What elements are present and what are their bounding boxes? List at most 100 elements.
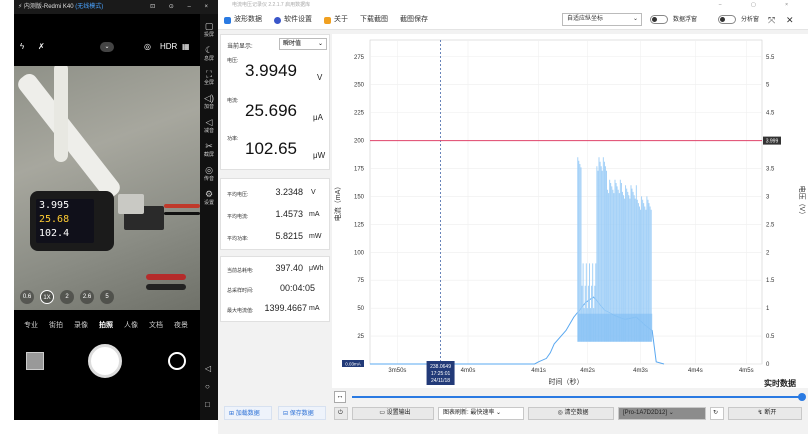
display-mode-select[interactable]: 瞬时值 ⌄ (279, 38, 327, 50)
side-item-volume-up[interactable]: ◁) 加音 (200, 90, 218, 114)
y-left-tick-label: 275 (354, 55, 365, 61)
timeline-slider-track[interactable] (352, 396, 802, 398)
chart-svg[interactable]: 025507510012515017520022525027500.511.52… (332, 34, 808, 388)
clear-data-button[interactable]: ◎ 清空数据 (528, 407, 614, 420)
power-icon[interactable]: ⏻ (334, 407, 348, 420)
timeline-slider-handle[interactable] (798, 393, 806, 401)
timer-icon[interactable]: ◎ (144, 42, 151, 51)
shutter-button[interactable] (88, 344, 122, 378)
gallery-thumbnail[interactable] (26, 352, 44, 370)
window-controls[interactable]: – ▢ × (719, 0, 802, 10)
menu-save-screenshot[interactable]: 截图保存 (400, 10, 428, 30)
recents-icon[interactable]: □ (205, 400, 210, 409)
mode-item[interactable]: 人像 (124, 320, 138, 330)
gear-icon (274, 16, 281, 24)
output-settings-button[interactable]: ▭ 设置输出 (352, 407, 434, 420)
chevron-down-icon[interactable]: ⌄ (100, 42, 114, 52)
data-float-toggle[interactable] (650, 15, 668, 24)
meter-power-text: 102.4 (39, 228, 70, 239)
app-title: 电流电压记录仪 2.2.1.7 启用数据库 (232, 2, 311, 8)
wireless-mode-label[interactable]: (无线模式) (75, 4, 103, 10)
current-marker-text: 0.03mA (345, 362, 361, 367)
mode-item[interactable]: 专业 (24, 320, 38, 330)
bolt-icon: ⚡ (18, 4, 23, 10)
zoom-option[interactable]: 2 (60, 290, 74, 304)
mode-item[interactable]: 文档 (149, 320, 163, 330)
y-right-tick-label: 5.5 (766, 55, 775, 61)
total-time-value: 00:04:05 (279, 283, 315, 293)
menu-waveform[interactable]: 波形数据 (224, 10, 262, 30)
probe-image (146, 274, 186, 280)
voltage-marker-text: 3.999 (766, 139, 779, 145)
home-icon[interactable]: ○ (205, 382, 210, 391)
zoom-option[interactable]: 0.6 (20, 290, 34, 304)
camera-modes: 专业 街拍 录像 拍照 人像 文档 夜景 (24, 320, 188, 330)
side-item-settings[interactable]: ⚙ 设置 (200, 186, 218, 210)
mode-item[interactable]: 街拍 (49, 320, 63, 330)
y-left-tick-label: 225 (354, 111, 365, 117)
ai-icon[interactable]: ✗ (38, 42, 45, 51)
grid-icon[interactable]: ▦ (182, 42, 190, 51)
x-tick-label: 4m1s (531, 368, 546, 374)
menu-about[interactable]: 关于 (324, 10, 348, 30)
mode-item-active[interactable]: 拍照 (99, 320, 113, 330)
chevron-down-icon: ⌄ (496, 410, 502, 416)
plot-area (369, 39, 763, 365)
settings-icon: ⚙ (204, 189, 214, 199)
output-icon: ▭ (379, 410, 387, 416)
avg-voltage-unit: V (311, 189, 316, 196)
analysis-toggle[interactable] (718, 15, 736, 24)
save-data-button[interactable]: ⊟ 保存数据 (278, 406, 326, 420)
current-dense-band (577, 313, 653, 342)
chart-refresh-select[interactable]: 图表刷新: 最快速率 ⌄ (438, 407, 524, 420)
reconnect-icon[interactable]: ↻ (710, 407, 724, 420)
chevron-down-icon: ⌄ (668, 410, 674, 416)
expand-icon[interactable]: ↔ (334, 391, 346, 403)
waveform-icon (224, 16, 231, 24)
cross-tool-icon[interactable]: ⤧ (768, 10, 775, 30)
side-item-volume-down[interactable]: ◁ 减音 (200, 114, 218, 138)
meter-device-image: 3.995 25.68 102.4 (30, 191, 114, 251)
load-icon: ⊞ (229, 411, 236, 417)
axis-mode-select[interactable]: 自适应纵坐标 ⌄ (562, 13, 642, 26)
side-item-audio[interactable]: ◎ 传音 (200, 162, 218, 186)
mode-item[interactable]: 录像 (74, 320, 88, 330)
phone-side-toolbar: ▢ 投屏 ☾ 息屏 ⛶ 全屏 ◁) 加音 ◁ 减音 ✂ 截屏 ◎ 传音 ⚙ 设置 ◁ ○ □ (200, 14, 218, 420)
cursor-date-text: 24/11/18 (431, 378, 450, 384)
device-select[interactable]: [Pro-1A7D2D12] ⌄ (618, 407, 706, 420)
phone-window-controls[interactable]: ⊡ ⊙ – × (150, 0, 214, 14)
cursor-value-text: 238.0649 (430, 364, 451, 370)
side-item-screen[interactable]: ▢ 投屏 (200, 18, 218, 42)
back-icon[interactable]: ◁ (205, 364, 211, 373)
zoom-options: 0.6 1X 2 2.6 5 (20, 290, 114, 304)
voltage-label: 电压: (227, 58, 239, 64)
x-tick-label: 4m3s (633, 368, 648, 374)
zoom-option[interactable]: 1X (40, 290, 54, 304)
pin-icon[interactable]: ✕ (786, 10, 794, 30)
disconnect-button[interactable]: ↯ 断开 (728, 407, 802, 420)
waveform-chart[interactable]: 025507510012515017520022525027500.511.52… (332, 34, 808, 388)
usb-cable-image (14, 70, 124, 202)
side-item-screenshot[interactable]: ✂ 截屏 (200, 138, 218, 162)
mode-item[interactable]: 夜景 (174, 320, 188, 330)
cursor-time-text: 17:25:01 (431, 371, 451, 377)
max-current-value: 1399.4667 (264, 303, 307, 313)
switch-camera-icon[interactable] (168, 352, 186, 370)
hdr-toggle[interactable]: HDR (160, 42, 177, 51)
side-item-fullscreen[interactable]: ⛶ 全屏 (200, 66, 218, 90)
wire-red-image (164, 204, 200, 208)
side-item-sleep[interactable]: ☾ 息屏 (200, 42, 218, 66)
load-data-button[interactable]: ⊞ 加载数据 (224, 406, 272, 420)
info-icon (324, 16, 331, 24)
menu-download-screenshot[interactable]: 下载截图 (360, 10, 388, 30)
zoom-option[interactable]: 2.6 (80, 290, 94, 304)
camera-preview[interactable]: 3.995 25.68 102.4 (14, 66, 200, 310)
flash-icon[interactable]: ϟ (20, 42, 24, 51)
chevron-down-icon: ⌄ (317, 41, 323, 47)
menu-settings[interactable]: 软件设置 (274, 10, 312, 30)
readings-panel: 当前显示: 瞬时值 ⌄ 电压: 3.9949 V 电流: 25.696 μA 功率… (220, 34, 330, 420)
probe-image (146, 284, 186, 290)
zoom-option[interactable]: 5 (100, 290, 114, 304)
rotate-icon: ◎ (205, 165, 213, 175)
voltage-unit: V (317, 73, 323, 82)
